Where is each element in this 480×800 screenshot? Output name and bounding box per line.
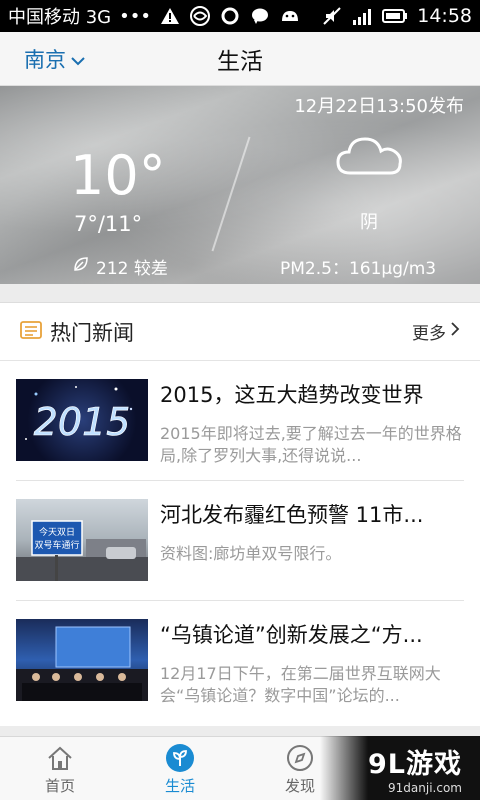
leaf-icon: [165, 743, 195, 773]
news-header: 热门新闻 更多: [0, 303, 480, 361]
android-icon: [279, 5, 301, 27]
news-title: “乌镇论道”创新发展之“方...: [160, 623, 423, 647]
watermark-url: 91danji.com: [388, 780, 462, 795]
news-thumbnail-traffic-sign: 今天双日 双号车通行: [16, 499, 148, 581]
tab-life[interactable]: 生活: [140, 743, 220, 796]
news-icon: [20, 320, 42, 344]
site-watermark: 9L游戏 91danji.com: [320, 736, 480, 800]
more-label: 更多: [412, 324, 446, 344]
news-item-3[interactable]: “乌镇论道”创新发展之“方... 12月17日下午，在第二届世界互联网大会“乌镇…: [0, 601, 480, 721]
page-title: 生活: [217, 48, 263, 75]
tab-home[interactable]: 首页: [20, 743, 100, 796]
news-section-title: 热门新闻: [50, 320, 134, 345]
warning-icon: [159, 5, 181, 27]
news-item-2[interactable]: 今天双日 双号车通行 河北发布霾红色预警 11市... 资料图:廊坊单双号限行。: [0, 481, 480, 601]
news-title: 2015，这五大趋势改变世界: [160, 383, 424, 407]
home-icon: [45, 743, 75, 773]
current-temperature: 10°: [70, 144, 166, 207]
compass-icon: [285, 743, 315, 773]
status-bar: 中国移动 3G ••• 14:58: [0, 0, 480, 32]
tab-label: 生活: [164, 777, 195, 795]
weather-publish-time: 12月22日13:50发布: [294, 96, 464, 117]
watermark-logo: 9L游戏: [368, 748, 462, 780]
news-description: 2015年即将过去,要了解过去一年的世界格局,除了罗列大事,还得说说...: [160, 424, 462, 465]
aqi-value: 212 较差: [96, 259, 168, 279]
news-thumbnail-fireworks: 2015: [16, 379, 148, 461]
weather-panel[interactable]: 12月22日13:50发布 10° 7°/11° 212 较差 阴 PM2.5：…: [0, 86, 480, 284]
signal-dots: •••: [119, 5, 151, 27]
svg-text:今天双日: 今天双日: [39, 526, 75, 538]
temperature-range: 7°/11°: [74, 212, 143, 236]
hot-news-card: 热门新闻 更多 2015 2015，这五大趋势改变世界 2015年即将过去,要了…: [0, 302, 480, 726]
chat-icon: [249, 5, 271, 27]
news-title: 河北发布霾红色预警 11市...: [160, 503, 424, 527]
circle-app-icon: [219, 5, 241, 27]
more-button[interactable]: 更多: [412, 319, 460, 344]
city-selector[interactable]: 南京: [24, 44, 86, 74]
title-bar: 南京 生活: [0, 32, 480, 86]
tab-label: 首页: [44, 777, 75, 795]
news-item-1[interactable]: 2015 2015，这五大趋势改变世界 2015年即将过去,要了解过去一年的世界…: [0, 361, 480, 481]
clock: 14:58: [417, 5, 472, 27]
mute-icon: [321, 5, 343, 27]
leaf-icon: [72, 255, 90, 278]
battery-icon: [381, 5, 409, 27]
carrier-label: 中国移动 3G: [8, 7, 112, 28]
china-mobile-icon: [189, 5, 211, 27]
news-description: 12月17日下午，在第二届世界互联网大会“乌镇论道？数字中国”论坛的...: [160, 664, 441, 705]
chevron-right-icon: [450, 321, 460, 342]
thumbnail-text: 2015: [34, 400, 131, 444]
cloud-icon: [334, 131, 406, 183]
signal-3g-icon: [351, 5, 373, 27]
chevron-down-icon: [70, 47, 86, 71]
weather-condition: 阴: [360, 212, 378, 233]
city-label: 南京: [24, 48, 66, 72]
news-thumbnail-conference: [16, 619, 148, 701]
air-quality: 212 较差: [72, 254, 168, 279]
tab-label: 发现: [284, 777, 315, 795]
pm25-value: PM2.5：161μg/m3: [280, 259, 437, 279]
news-description: 资料图:廊坊单双号限行。: [160, 544, 342, 563]
svg-text:双号车通行: 双号车通行: [34, 539, 79, 551]
